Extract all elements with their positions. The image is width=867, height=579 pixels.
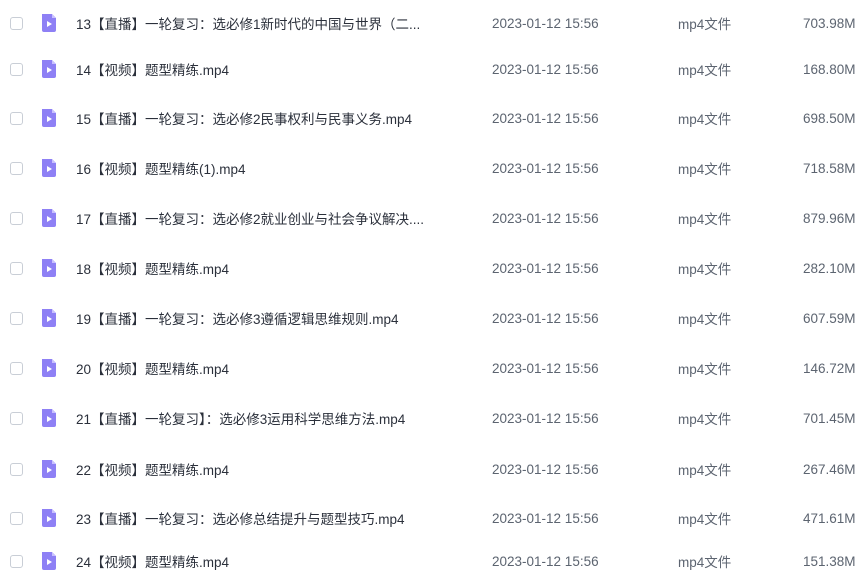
file-date: 2023-01-12 15:56	[492, 61, 599, 77]
file-row[interactable]: 23【直播】一轮复习：选必修总结提升与题型技巧.mp4 2023-01-12 1…	[0, 500, 867, 536]
file-date: 2023-01-12 15:56	[492, 461, 599, 477]
file-size: 168.80M	[803, 61, 856, 77]
file-size: 146.72M	[803, 360, 856, 376]
file-name[interactable]: 24【视频】题型精练.mp4	[76, 551, 471, 571]
file-date: 2023-01-12 15:56	[492, 110, 599, 126]
row-checkbox[interactable]	[10, 16, 23, 30]
file-name[interactable]: 18【视频】题型精练.mp4	[76, 258, 471, 278]
file-date: 2023-01-12 15:56	[492, 510, 599, 526]
file-row[interactable]: 17【直播】一轮复习：选必修2就业创业与社会争议解决.... 2023-01-1…	[0, 200, 867, 236]
file-name[interactable]: 21【直播】一轮复习】：选必修3运用科学思维方法.mp4	[76, 408, 471, 428]
file-size: 703.98M	[803, 15, 856, 31]
file-row[interactable]: 20【视频】题型精练.mp4 2023-01-12 15:56 mp4文件 14…	[0, 350, 867, 386]
row-checkbox[interactable]	[10, 261, 23, 275]
file-date: 2023-01-12 15:56	[492, 160, 599, 176]
file-row[interactable]: 16【视频】题型精练(1).mp4 2023-01-12 15:56 mp4文件…	[0, 150, 867, 186]
row-checkbox[interactable]	[10, 462, 23, 476]
file-list: 13【直播】一轮复习：选必修1新时代的中国与世界（二... 2023-01-12…	[0, 0, 867, 579]
file-size: 267.46M	[803, 461, 856, 477]
row-checkbox[interactable]	[10, 62, 23, 76]
file-type: mp4文件	[678, 555, 732, 570]
file-size: 607.59M	[803, 310, 856, 326]
file-date: 2023-01-12 15:56	[492, 260, 599, 276]
file-date: 2023-01-12 15:56	[492, 553, 599, 569]
file-row[interactable]: 19【直播】一轮复习：选必修3遵循逻辑思维规则.mp4 2023-01-12 1…	[0, 300, 867, 336]
video-file-icon	[42, 409, 56, 427]
file-type: mp4文件	[678, 212, 732, 227]
file-name[interactable]: 20【视频】题型精练.mp4	[76, 358, 471, 378]
row-checkbox[interactable]	[10, 511, 23, 525]
file-name[interactable]: 15【直播】一轮复习：选必修2民事权利与民事义务.mp4	[76, 108, 471, 128]
file-date: 2023-01-12 15:56	[492, 15, 599, 31]
row-checkbox[interactable]	[10, 361, 23, 375]
row-checkbox[interactable]	[10, 411, 23, 425]
row-checkbox[interactable]	[10, 211, 23, 225]
file-date: 2023-01-12 15:56	[492, 210, 599, 226]
file-row[interactable]: 15【直播】一轮复习：选必修2民事权利与民事义务.mp4 2023-01-12 …	[0, 100, 867, 136]
row-checkbox[interactable]	[10, 111, 23, 125]
video-file-icon	[42, 259, 56, 277]
file-name[interactable]: 14【视频】题型精练.mp4	[76, 59, 471, 79]
file-size: 282.10M	[803, 260, 856, 276]
video-file-icon	[42, 552, 56, 570]
file-row[interactable]: 24【视频】题型精练.mp4 2023-01-12 15:56 mp4文件 15…	[0, 543, 867, 579]
file-date: 2023-01-12 15:56	[492, 310, 599, 326]
file-size: 471.61M	[803, 510, 856, 526]
video-file-icon	[42, 309, 56, 327]
file-row[interactable]: 18【视频】题型精练.mp4 2023-01-12 15:56 mp4文件 28…	[0, 250, 867, 286]
video-file-icon	[42, 460, 56, 478]
file-size: 701.45M	[803, 410, 856, 426]
file-name[interactable]: 19【直播】一轮复习：选必修3遵循逻辑思维规则.mp4	[76, 308, 471, 328]
file-type: mp4文件	[678, 162, 732, 177]
video-file-icon	[42, 109, 56, 127]
file-date: 2023-01-12 15:56	[492, 410, 599, 426]
row-checkbox[interactable]	[10, 161, 23, 175]
file-size: 718.58M	[803, 160, 856, 176]
file-type: mp4文件	[678, 262, 732, 277]
video-file-icon	[42, 509, 56, 527]
file-row[interactable]: 22【视频】题型精练.mp4 2023-01-12 15:56 mp4文件 26…	[0, 451, 867, 487]
file-type: mp4文件	[678, 362, 732, 377]
file-type: mp4文件	[678, 463, 732, 478]
file-name[interactable]: 23【直播】一轮复习：选必修总结提升与题型技巧.mp4	[76, 508, 471, 528]
file-name[interactable]: 22【视频】题型精练.mp4	[76, 459, 471, 479]
file-type: mp4文件	[678, 17, 732, 32]
row-checkbox[interactable]	[10, 311, 23, 325]
file-size: 151.38M	[803, 553, 856, 569]
file-name[interactable]: 13【直播】一轮复习：选必修1新时代的中国与世界（二...	[76, 13, 471, 33]
file-type: mp4文件	[678, 312, 732, 327]
file-size: 879.96M	[803, 210, 856, 226]
file-type: mp4文件	[678, 112, 732, 127]
video-file-icon	[42, 359, 56, 377]
file-row[interactable]: 21【直播】一轮复习】：选必修3运用科学思维方法.mp4 2023-01-12 …	[0, 400, 867, 436]
video-file-icon	[42, 209, 56, 227]
file-date: 2023-01-12 15:56	[492, 360, 599, 376]
file-type: mp4文件	[678, 63, 732, 78]
file-name[interactable]: 16【视频】题型精练(1).mp4	[76, 158, 471, 178]
file-name[interactable]: 17【直播】一轮复习：选必修2就业创业与社会争议解决....	[76, 208, 471, 228]
file-row[interactable]: 13【直播】一轮复习：选必修1新时代的中国与世界（二... 2023-01-12…	[0, 5, 867, 41]
file-type: mp4文件	[678, 412, 732, 427]
row-checkbox[interactable]	[10, 554, 23, 568]
video-file-icon	[42, 60, 56, 78]
file-row[interactable]: 14【视频】题型精练.mp4 2023-01-12 15:56 mp4文件 16…	[0, 51, 867, 87]
file-type: mp4文件	[678, 512, 732, 527]
video-file-icon	[42, 159, 56, 177]
video-file-icon	[42, 14, 56, 32]
file-size: 698.50M	[803, 110, 856, 126]
